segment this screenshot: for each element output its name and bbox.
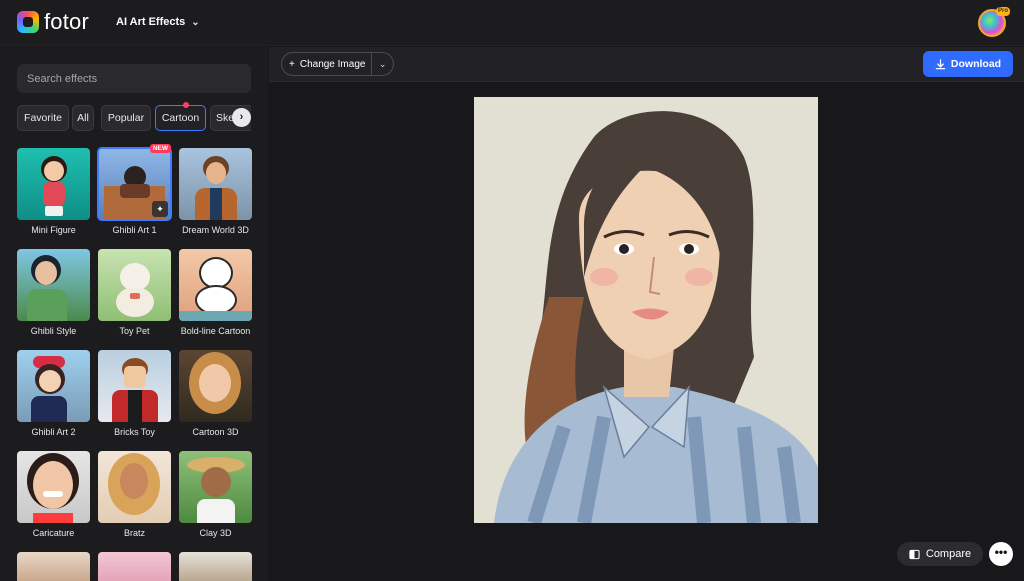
effect-card-caricature[interactable]: Caricature [17, 451, 90, 539]
effect-label: Dream World 3D [182, 225, 249, 235]
effect-card-dream-world-3d[interactable]: Dream World 3D [179, 148, 252, 236]
effect-thumbnail [17, 451, 90, 523]
plus-icon: + [289, 58, 295, 70]
effect-label: Mini Figure [31, 225, 76, 235]
effect-card-bold-line-cartoon[interactable]: Bold-line Cartoon [179, 249, 252, 337]
search-effects-input[interactable] [17, 64, 251, 93]
fotor-logo[interactable]: fotor [17, 11, 89, 33]
effect-card-bricks-toy[interactable]: Bricks Toy [98, 350, 171, 438]
download-label: Download [950, 58, 1002, 70]
effect-thumbnail [17, 148, 90, 220]
effect-thumbnail [17, 249, 90, 321]
effect-thumbnail [179, 148, 252, 220]
effect-thumbnail [179, 552, 252, 581]
compare-icon [909, 549, 920, 559]
effect-card-ghibli-art-1[interactable]: ✦ NEW Ghibli Art 1 [97, 144, 172, 236]
change-image-button-group: + Change Image ⌄ [281, 52, 394, 76]
tab-all[interactable]: All [72, 105, 94, 131]
effect-card-toy-pet[interactable]: Toy Pet [98, 249, 171, 337]
chevron-down-icon: ⌄ [191, 16, 200, 28]
tab-favorite[interactable]: Favorite [17, 105, 69, 131]
chevron-right-icon[interactable]: › [232, 108, 251, 127]
effect-label: Bold-line Cartoon [180, 326, 251, 336]
effect-thumbnail [179, 350, 252, 422]
effect-card[interactable] [98, 552, 171, 581]
effect-label: Ghibli Art 1 [112, 225, 157, 235]
download-icon [935, 58, 946, 69]
effect-card-bratz[interactable]: Bratz [98, 451, 171, 539]
effect-card-ghibli-art-2[interactable]: Ghibli Art 2 [17, 350, 90, 438]
compare-label: Compare [925, 548, 972, 560]
effect-thumbnail [98, 451, 171, 523]
effect-card-mini-figure[interactable]: Mini Figure [17, 148, 90, 236]
fotor-logo-icon [17, 11, 39, 33]
effect-label: Bratz [123, 528, 145, 538]
notification-dot [183, 102, 189, 108]
effect-card[interactable] [179, 552, 252, 581]
magic-wand-icon[interactable]: ✦ [152, 201, 168, 217]
effect-label: Cartoon 3D [192, 427, 239, 437]
effect-thumbnail: ✦ [97, 147, 172, 221]
change-image-button[interactable]: + Change Image [282, 53, 373, 75]
tab-cartoon[interactable]: Cartoon [155, 105, 206, 131]
top-bar: fotor AI Art Effects ⌄ Pro [0, 0, 1024, 46]
compare-button[interactable]: Compare [897, 542, 983, 566]
effects-sidebar: Favorite All Popular Cartoon Sketch › Mi… [0, 47, 268, 581]
effect-label: Ghibli Art 2 [31, 427, 76, 437]
effect-label: Clay 3D [199, 528, 232, 538]
effect-thumbnail [179, 451, 252, 523]
effect-label: Bricks Toy [114, 427, 155, 437]
effect-thumbnail [17, 350, 90, 422]
effect-thumbnail [98, 552, 171, 581]
effect-label: Caricature [32, 528, 75, 538]
ai-art-effects-menu[interactable]: AI Art Effects ⌄ [116, 16, 200, 28]
logo-text: fotor [44, 9, 90, 34]
pro-badge: Pro [996, 7, 1010, 16]
effect-label: Toy Pet [119, 326, 150, 336]
more-options-button[interactable]: ••• [989, 542, 1013, 566]
effect-card-clay-3d[interactable]: Clay 3D [179, 451, 252, 539]
effect-label: Ghibli Style [30, 326, 77, 336]
menu-title-label: AI Art Effects [116, 16, 186, 28]
category-tabs: Favorite All Popular Cartoon Sketch [17, 105, 251, 131]
effect-card-cartoon-3d[interactable]: Cartoon 3D [179, 350, 252, 438]
canvas-area [269, 83, 1024, 581]
effect-thumbnail [98, 249, 171, 321]
effect-thumbnail [17, 552, 90, 581]
result-image [474, 97, 818, 523]
effect-card[interactable] [17, 552, 90, 581]
change-image-label: Change Image [299, 58, 366, 70]
new-badge: NEW [149, 144, 171, 153]
effect-thumbnail [179, 249, 252, 321]
effect-thumbnail [98, 350, 171, 422]
chevron-down-icon[interactable]: ⌄ [372, 59, 393, 70]
tab-popular[interactable]: Popular [101, 105, 151, 131]
download-button[interactable]: Download [923, 51, 1013, 77]
editor-toolbar: + Change Image ⌄ Download [269, 47, 1024, 82]
effect-card-ghibli-style[interactable]: Ghibli Style [17, 249, 90, 337]
